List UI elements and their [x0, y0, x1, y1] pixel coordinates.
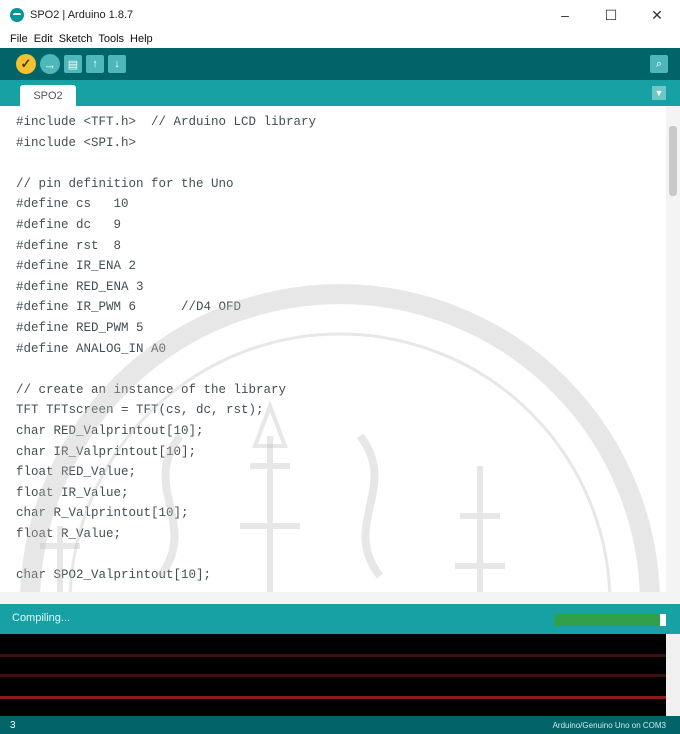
menu-help[interactable]: Help — [130, 33, 153, 45]
progress-fill — [554, 614, 661, 626]
code-line[interactable]: #define ANALOG_IN A0 — [16, 339, 656, 360]
window-title: SPO2 | Arduino 1.8.7 — [30, 9, 134, 21]
menu-edit[interactable]: Edit — [34, 33, 53, 45]
code-line[interactable]: TFT TFTscreen = TFT(cs, dc, rst); — [16, 400, 656, 421]
minimize-button[interactable]: – — [542, 0, 588, 30]
code-line[interactable] — [16, 544, 656, 565]
upload-button[interactable]: → — [40, 54, 60, 74]
console-line — [0, 654, 666, 657]
code-line[interactable]: #define RED_PWM 5 — [16, 318, 656, 339]
code-line[interactable]: char RED_Valprintout[10]; — [16, 421, 656, 442]
code-line[interactable]: char IR_Valprintout[10]; — [16, 442, 656, 463]
code-line[interactable]: // create an instance of the library — [16, 380, 656, 401]
code-area[interactable]: #include <TFT.h> // Arduino LCD library #… — [16, 112, 656, 586]
tab-spo2[interactable]: SPO2 — [20, 85, 76, 106]
menu-sketch[interactable]: Sketch — [59, 33, 93, 45]
code-line[interactable]: // pin definition for the Uno — [16, 174, 656, 195]
footer-bar: 3 Arduino/Genuino Uno on COM3 — [0, 716, 680, 734]
code-line[interactable]: #define IR_PWM 6 //D4 OFD — [16, 297, 656, 318]
console-scrollbar[interactable] — [666, 634, 680, 716]
toolbar: ✓ → ▤ ↑ ↓ ⌕ — [0, 48, 680, 80]
window-controls: – ☐ ✕ — [542, 0, 680, 30]
editor-horizontal-scrollbar[interactable] — [0, 592, 666, 604]
compile-progress-bar — [554, 614, 666, 626]
console-line — [0, 674, 666, 677]
title-bar: SPO2 | Arduino 1.8.7 – ☐ ✕ — [0, 0, 680, 30]
verify-button[interactable]: ✓ — [16, 54, 36, 74]
editor-vertical-scrollbar[interactable] — [666, 106, 680, 604]
code-line[interactable]: #include <SPI.h> — [16, 133, 656, 154]
console-line — [0, 696, 666, 699]
code-line[interactable]: #define cs 10 — [16, 194, 656, 215]
code-editor[interactable]: #include <TFT.h> // Arduino LCD library #… — [0, 106, 680, 604]
status-text: Compiling... — [12, 612, 71, 624]
open-sketch-button[interactable]: ↑ — [86, 55, 104, 73]
code-line[interactable] — [16, 153, 656, 174]
menu-bar: File Edit Sketch Tools Help — [0, 30, 680, 48]
close-button[interactable]: ✕ — [634, 0, 680, 30]
tab-menu-button[interactable]: ▼ — [652, 86, 666, 100]
menu-tools[interactable]: Tools — [98, 33, 124, 45]
console-output[interactable] — [0, 634, 680, 716]
code-line[interactable]: float R_Value; — [16, 524, 656, 545]
new-sketch-button[interactable]: ▤ — [64, 55, 82, 73]
code-line[interactable]: #define dc 9 — [16, 215, 656, 236]
status-bar: Compiling... — [0, 604, 680, 634]
save-sketch-button[interactable]: ↓ — [108, 55, 126, 73]
tab-bar: SPO2 ▼ — [0, 80, 680, 106]
code-line[interactable]: #include <TFT.h> // Arduino LCD library — [16, 112, 656, 133]
code-line[interactable]: float IR_Value; — [16, 483, 656, 504]
board-port-info: Arduino/Genuino Uno on COM3 — [552, 720, 666, 730]
maximize-button[interactable]: ☐ — [588, 0, 634, 30]
menu-file[interactable]: File — [10, 33, 28, 45]
code-line[interactable] — [16, 359, 656, 380]
code-line[interactable]: #define rst 8 — [16, 236, 656, 257]
serial-monitor-button[interactable]: ⌕ — [650, 55, 668, 73]
code-line[interactable]: #define IR_ENA 2 — [16, 256, 656, 277]
code-line[interactable]: float RED_Value; — [16, 462, 656, 483]
line-number: 3 — [10, 719, 16, 731]
arduino-icon — [10, 8, 24, 22]
code-line[interactable]: #define RED_ENA 3 — [16, 277, 656, 298]
code-line[interactable]: char SPO2_Valprintout[10]; — [16, 565, 656, 586]
scrollbar-thumb[interactable] — [669, 126, 677, 196]
code-line[interactable]: char R_Valprintout[10]; — [16, 503, 656, 524]
